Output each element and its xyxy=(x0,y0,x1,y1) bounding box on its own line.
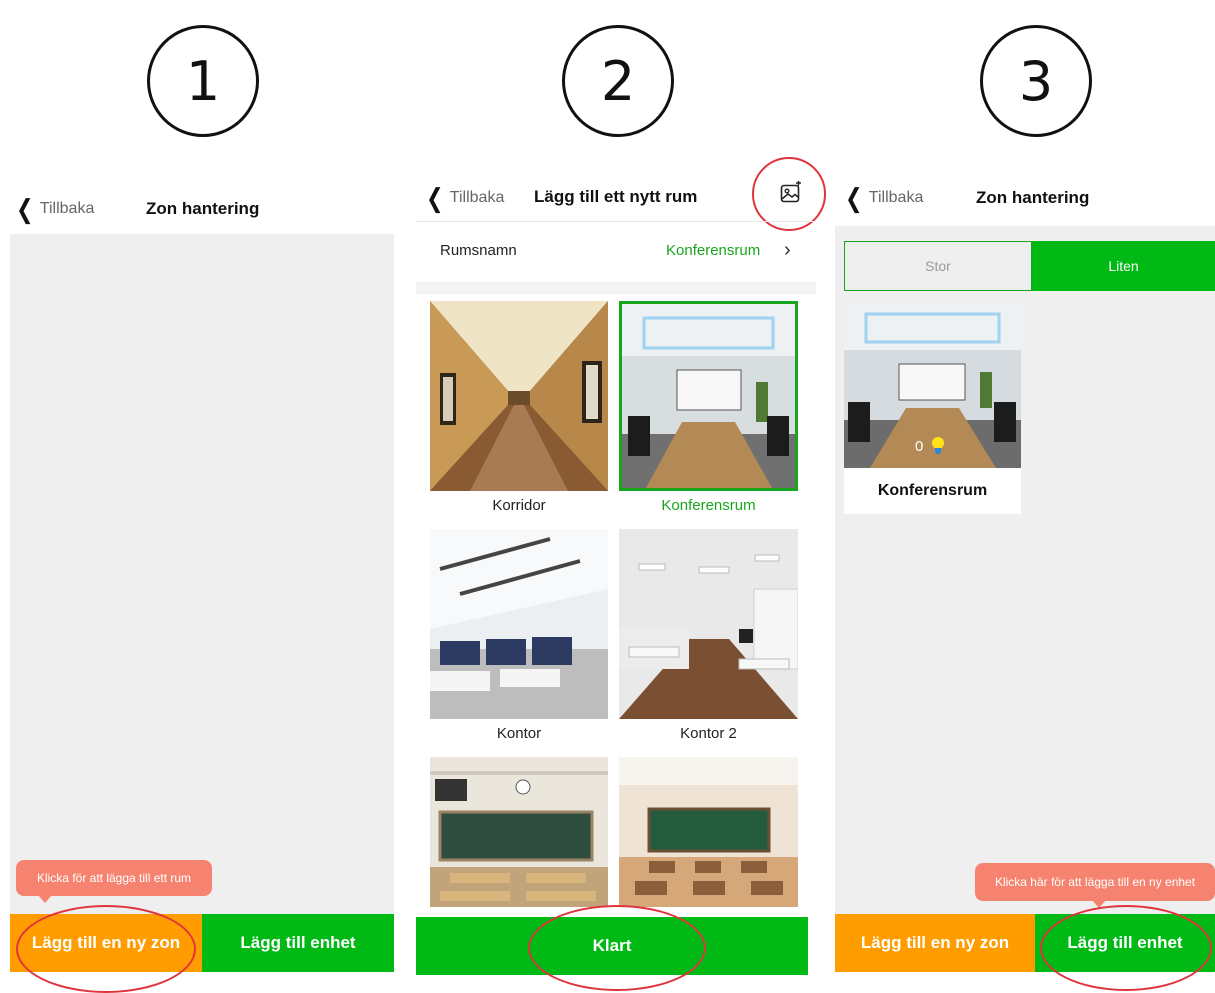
room-tile-classroom[interactable] xyxy=(430,757,608,907)
classroom-image xyxy=(430,757,608,907)
step-3-marker: 3 xyxy=(980,25,1092,137)
step-2-marker: 2 xyxy=(562,25,674,137)
chevron-right-icon: › xyxy=(784,239,791,261)
add-zone-button[interactable]: Lägg till en ny zon xyxy=(835,914,1035,972)
room-name-value: Konferensrum xyxy=(666,242,761,259)
tooltip: Klicka här för att lägga till en ny enhe… xyxy=(975,863,1215,901)
room-label: Kontor xyxy=(496,725,542,742)
add-device-button[interactable]: Lägg till enhet xyxy=(202,914,394,972)
section-gap xyxy=(416,282,816,294)
done-button[interactable]: Klart xyxy=(416,917,808,975)
page-title: Zon hantering xyxy=(976,188,1090,207)
back-label: Tillbaka xyxy=(868,189,924,206)
step-3-number: 3 xyxy=(1018,49,1054,113)
room-tile-korridor[interactable] xyxy=(430,301,608,491)
back-label: Tillbaka xyxy=(39,200,95,217)
page-title: Lägg till ett nytt rum xyxy=(534,187,698,206)
room-tile-kontor-2[interactable] xyxy=(619,529,798,719)
office-image xyxy=(430,529,608,719)
room-card[interactable]: 0 Konferensrum xyxy=(844,302,1021,514)
chevron-left-icon: ❮ xyxy=(845,183,863,213)
chevron-left-icon: ❮ xyxy=(16,194,34,224)
zone-list-area xyxy=(10,234,394,914)
tooltip-arrow xyxy=(1092,900,1106,908)
back-button[interactable]: ❮ Tillbaka xyxy=(424,185,504,211)
lightbulb-icon xyxy=(931,436,945,456)
toggle-large[interactable]: Stor xyxy=(844,241,1032,291)
back-button[interactable]: ❮ Tillbaka xyxy=(843,185,923,211)
add-zone-button[interactable]: Lägg till en ny zon xyxy=(10,914,202,972)
room-tile-classroom-2[interactable] xyxy=(619,757,798,907)
chevron-left-icon: ❮ xyxy=(426,183,444,213)
room-name-label: Rumsnamn xyxy=(440,242,517,259)
device-count: 0 xyxy=(915,438,924,455)
room-label: Konferensrum xyxy=(661,497,756,514)
back-label: Tillbaka xyxy=(449,189,505,206)
classroom-2-image xyxy=(619,757,798,907)
add-device-button[interactable]: Lägg till enhet xyxy=(1035,914,1215,972)
tooltip-arrow xyxy=(38,895,52,903)
back-button[interactable]: ❮ Tillbaka xyxy=(14,196,94,222)
image-upload-icon[interactable] xyxy=(779,180,803,205)
room-tile-konferensrum[interactable] xyxy=(619,301,798,491)
room-name-row[interactable]: Rumsnamn Konferensrum › xyxy=(416,222,816,282)
room-label: Korridor xyxy=(492,497,546,514)
step-1-number: 1 xyxy=(185,49,221,113)
toggle-small[interactable]: Liten xyxy=(1032,241,1215,291)
room-label: Kontor 2 xyxy=(680,725,737,742)
conference-room-image xyxy=(622,304,795,488)
office-2-image xyxy=(619,529,798,719)
corridor-image xyxy=(430,301,608,491)
step-1-marker: 1 xyxy=(147,25,259,137)
step-2-number: 2 xyxy=(600,49,636,113)
room-card-label: Konferensrum xyxy=(877,482,988,499)
page-title: Zon hantering xyxy=(146,199,260,218)
room-tile-kontor[interactable] xyxy=(430,529,608,719)
tooltip: Klicka för att lägga till ett rum xyxy=(16,860,212,896)
